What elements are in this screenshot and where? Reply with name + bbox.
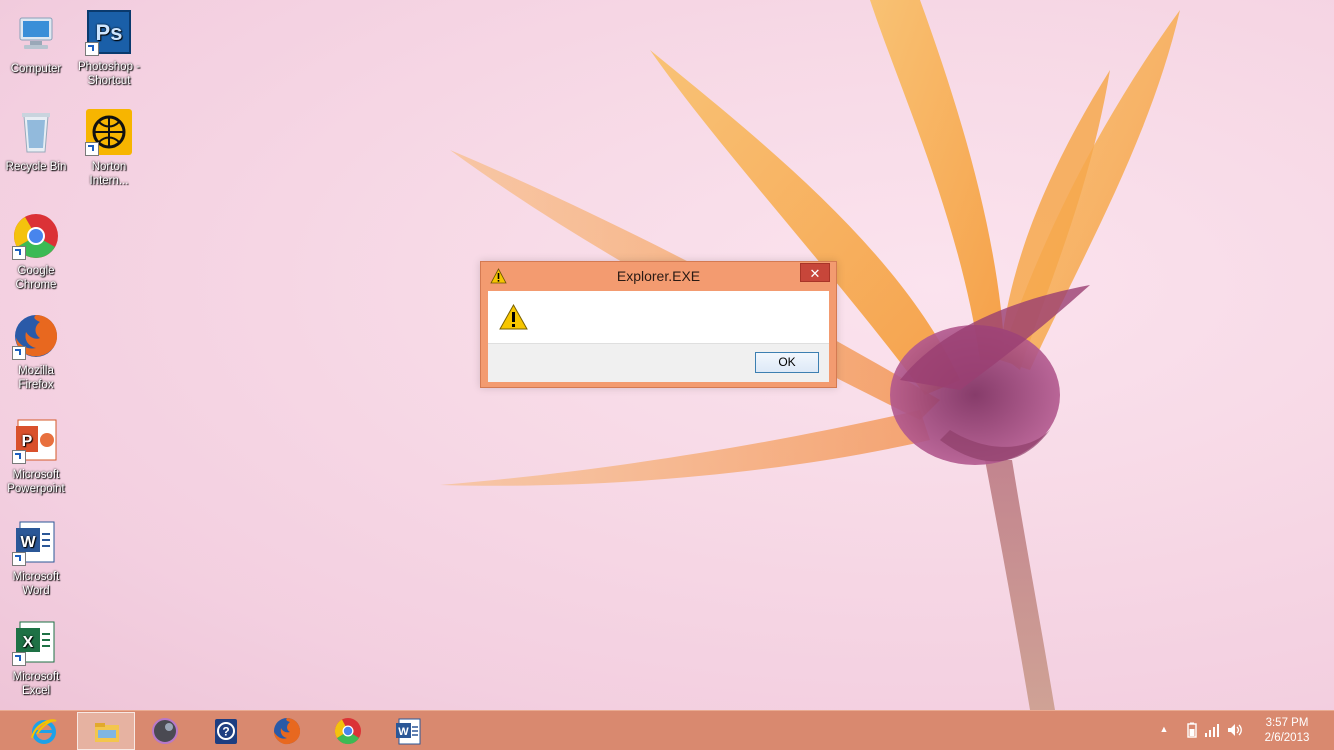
desktop-icon-label: Photoshop - Shortcut bbox=[77, 61, 140, 87]
desktop-icon-label: Microsoft Excel bbox=[12, 671, 60, 697]
taskbar-word[interactable]: W bbox=[379, 712, 437, 750]
message-dialog: Explorer.EXE ✕ OK bbox=[480, 261, 837, 388]
help-icon: ? bbox=[215, 719, 237, 744]
desktop-icon-label: Mozilla Firefox bbox=[18, 365, 54, 391]
desktop-icon-label: Recycle Bin bbox=[5, 161, 67, 173]
desktop: Computer Ps Photoshop - Shortcut Recycle… bbox=[0, 0, 1334, 710]
warning-icon bbox=[499, 304, 528, 330]
desktop-icon-excel[interactable]: X Microsoft Excel bbox=[0, 618, 72, 698]
desktop-icon-chrome[interactable]: Google Chrome bbox=[0, 212, 72, 292]
ie-icon bbox=[31, 719, 57, 744]
taskbar-app-orb[interactable] bbox=[136, 712, 194, 750]
firefox-icon bbox=[12, 312, 60, 360]
chrome-icon bbox=[334, 718, 361, 745]
dialog-titlebar[interactable]: Explorer.EXE ✕ bbox=[481, 262, 836, 291]
desktop-icon-recycle-bin[interactable]: Recycle Bin bbox=[0, 108, 72, 174]
ok-button[interactable]: OK bbox=[755, 352, 819, 373]
clock-time: 3:57 PM bbox=[1265, 717, 1309, 729]
shortcut-arrow-icon bbox=[12, 552, 26, 566]
desktop-icon-computer[interactable]: Computer bbox=[0, 10, 72, 76]
computer-icon bbox=[12, 10, 60, 58]
dialog-title: Explorer.EXE bbox=[616, 268, 701, 284]
volume-icon[interactable] bbox=[1227, 722, 1243, 738]
shortcut-arrow-icon bbox=[85, 142, 99, 156]
taskbar-help[interactable]: ? bbox=[197, 712, 255, 750]
powerpoint-icon: P bbox=[12, 416, 60, 464]
shortcut-arrow-icon bbox=[12, 346, 26, 360]
excel-icon: X bbox=[12, 618, 60, 666]
taskbar-chrome[interactable] bbox=[319, 712, 377, 750]
desktop-icon-word[interactable]: W Microsoft Word bbox=[0, 518, 72, 598]
close-button[interactable]: ✕ bbox=[800, 263, 830, 282]
norton-icon bbox=[85, 108, 133, 156]
network-signal-icon[interactable] bbox=[1204, 722, 1220, 738]
shortcut-arrow-icon bbox=[12, 246, 26, 260]
desktop-icon-firefox[interactable]: Mozilla Firefox bbox=[0, 312, 72, 392]
taskbar-file-explorer[interactable] bbox=[77, 712, 135, 750]
taskbar: ? W ▲ 3:57 PM 2/6/2013 bbox=[0, 710, 1334, 750]
desktop-icon-powerpoint[interactable]: P Microsoft Powerpoint bbox=[0, 416, 72, 496]
svg-text:W: W bbox=[398, 726, 409, 738]
orb-icon bbox=[152, 718, 178, 744]
svg-text:X: X bbox=[23, 634, 34, 651]
taskbar-internet-explorer[interactable] bbox=[15, 712, 73, 750]
desktop-icon-label: Microsoft Powerpoint bbox=[7, 469, 65, 495]
dialog-footer: OK bbox=[488, 343, 829, 382]
desktop-icon-label: Google Chrome bbox=[15, 265, 57, 291]
folder-icon bbox=[95, 723, 119, 742]
photoshop-icon: Ps bbox=[85, 8, 133, 56]
recycle-bin-icon bbox=[12, 108, 60, 156]
chrome-icon bbox=[12, 212, 60, 260]
word-icon: W bbox=[12, 518, 60, 566]
svg-text:?: ? bbox=[222, 725, 229, 739]
svg-text:P: P bbox=[22, 433, 33, 450]
svg-text:W: W bbox=[20, 534, 36, 551]
firefox-icon bbox=[274, 718, 301, 745]
svg-text:Ps: Ps bbox=[96, 20, 123, 45]
desktop-icon-norton[interactable]: Norton Intern... bbox=[73, 108, 145, 188]
dialog-body bbox=[488, 291, 829, 343]
word-icon: W bbox=[396, 718, 421, 745]
desktop-icon-label: Norton Intern... bbox=[89, 161, 129, 187]
show-hidden-icons-chevron-icon[interactable]: ▲ bbox=[1157, 724, 1171, 740]
desktop-icon-label: Microsoft Word bbox=[12, 571, 60, 597]
shortcut-arrow-icon bbox=[12, 652, 26, 666]
shortcut-arrow-icon bbox=[85, 42, 99, 56]
desktop-icon-photoshop[interactable]: Ps Photoshop - Shortcut bbox=[73, 8, 145, 88]
taskbar-firefox[interactable] bbox=[258, 712, 316, 750]
desktop-icon-label: Computer bbox=[10, 63, 62, 75]
battery-icon[interactable] bbox=[1184, 722, 1200, 738]
shortcut-arrow-icon bbox=[12, 450, 26, 464]
taskbar-clock[interactable]: 3:57 PM 2/6/2013 bbox=[1252, 716, 1322, 746]
clock-date: 2/6/2013 bbox=[1264, 732, 1310, 744]
